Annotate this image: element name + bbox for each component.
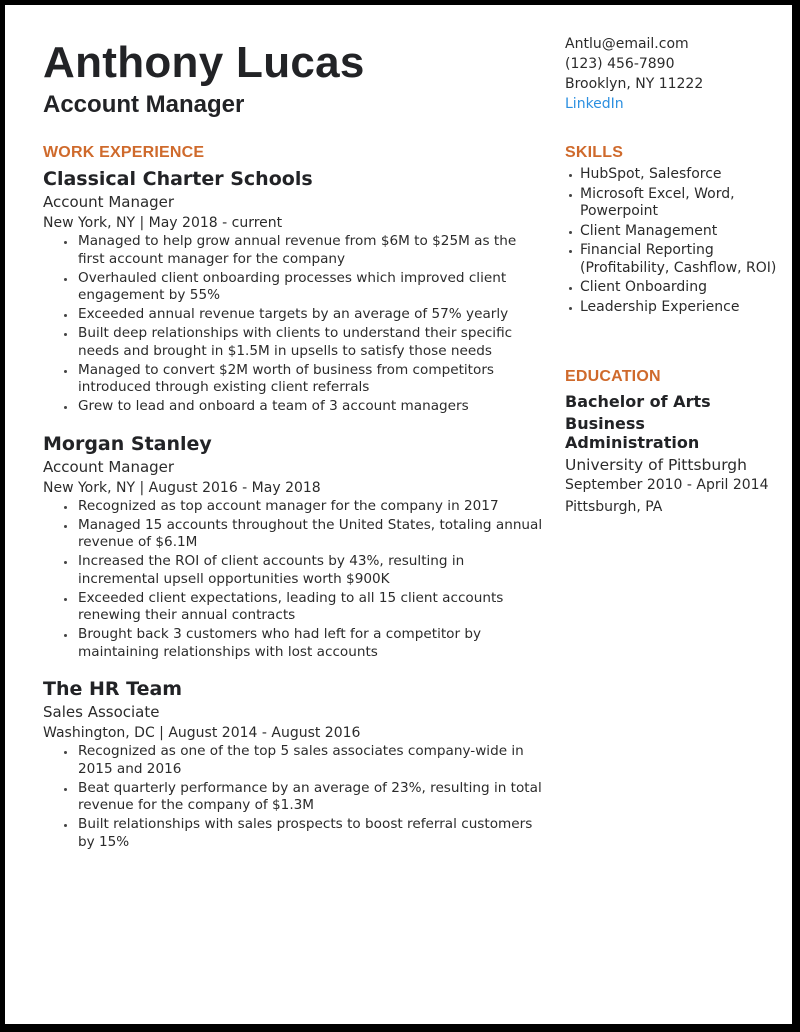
education-major: Business Administration [565, 414, 700, 452]
resume-page: Anthony Lucas Account Manager WORK EXPER… [5, 5, 792, 1024]
job-entry: Classical Charter Schools Account Manage… [43, 167, 543, 416]
job-bullet: Managed 15 accounts throughout the Unite… [63, 517, 543, 552]
contact-info: Antlu@email.com (123) 456-7890 Brooklyn,… [565, 34, 703, 114]
job-location-dates: Washington, DC | August 2014 - August 20… [43, 725, 361, 741]
job-bullet: Exceeded annual revenue targets by an av… [63, 306, 543, 324]
skill-item: Leadership Experience [568, 299, 780, 317]
skill-item: HubSpot, Salesforce [568, 166, 780, 184]
skill-item: Microsoft Excel, Word, Powerpoint [568, 186, 780, 221]
job-bullet: Increased the ROI of client accounts by … [63, 553, 543, 588]
education-degree: Bachelor of Arts [565, 392, 711, 411]
contact-phone: (123) 456-7890 [565, 56, 675, 72]
job-bullets: Managed to help grow annual revenue from… [43, 233, 543, 416]
job-company: Classical Charter Schools [43, 168, 313, 190]
job-bullet: Brought back 3 customers who had left fo… [63, 626, 543, 661]
job-role: Account Manager [43, 457, 175, 476]
candidate-headline: Account Manager [43, 91, 245, 118]
education-school: University of Pittsburgh [565, 456, 747, 474]
job-bullet: Overhauled client onboarding processes w… [63, 270, 543, 305]
job-bullet: Built relationships with sales prospects… [63, 816, 543, 851]
job-location-dates: New York, NY | August 2016 - May 2018 [43, 479, 321, 496]
job-role: Account Manager [43, 193, 175, 211]
job-bullet: Managed to convert $2M worth of business… [63, 362, 543, 397]
skills-title: SKILLS [565, 144, 624, 161]
contact-location: Brooklyn, NY 11222 [565, 76, 704, 92]
job-bullet: Built deep relationships with clients to… [63, 325, 543, 360]
education-section: EDUCATION Bachelor of Arts Business Admi… [565, 368, 780, 516]
skills-section: SKILLS HubSpot, Salesforce Microsoft Exc… [565, 144, 780, 318]
job-entry: The HR Team Sales Associate Washington, … [43, 677, 543, 851]
education-title: EDUCATION [565, 368, 661, 385]
job-company: Morgan Stanley [43, 432, 212, 455]
candidate-name: Anthony Lucas [43, 38, 365, 87]
work-experience-title: WORK EXPERIENCE [43, 144, 205, 161]
skill-item: Client Onboarding [568, 279, 780, 297]
skills-list: HubSpot, Salesforce Microsoft Excel, Wor… [565, 166, 780, 316]
job-bullet: Grew to lead and onboard a team of 3 acc… [63, 398, 543, 416]
job-bullet: Exceeded client expectations, leading to… [63, 590, 543, 625]
job-bullets: Recognized as one of the top 5 sales ass… [43, 743, 543, 851]
job-company: The HR Team [43, 678, 183, 700]
education-dates: September 2010 - April 2014 [565, 477, 769, 493]
education-location: Pittsburgh, PA [565, 498, 663, 515]
job-entry: Morgan Stanley Account Manager New York,… [43, 432, 543, 662]
work-experience-section: WORK EXPERIENCE Classical Charter School… [43, 144, 543, 853]
job-bullet: Recognized as top account manager for th… [63, 498, 543, 516]
job-role: Sales Associate [43, 703, 160, 721]
skill-item: Financial Reporting (Profitability, Cash… [568, 242, 780, 277]
job-bullet: Recognized as one of the top 5 sales ass… [63, 743, 543, 778]
job-bullets: Recognized as top account manager for th… [43, 498, 543, 662]
job-bullet: Beat quarterly performance by an average… [63, 780, 543, 815]
linkedin-link[interactable]: LinkedIn [565, 94, 703, 114]
job-location-dates: New York, NY | May 2018 - current [43, 215, 283, 231]
skill-item: Client Management [568, 223, 780, 241]
job-bullet: Managed to help grow annual revenue from… [63, 233, 543, 268]
contact-email[interactable]: Antlu@email.com [565, 34, 703, 54]
